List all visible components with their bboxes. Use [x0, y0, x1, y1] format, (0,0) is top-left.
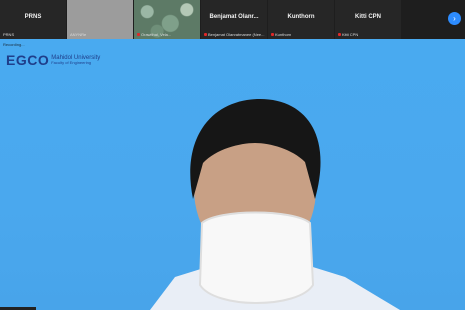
- participant-tile[interactable]: PRNS PRNS: [0, 0, 66, 39]
- participant-tile[interactable]: Kitti CPN Kitti CPN: [335, 0, 401, 39]
- participant-name: PRNS: [24, 14, 42, 20]
- muted-mic-icon: [137, 33, 140, 36]
- participant-name: Kitti CPN: [355, 14, 381, 20]
- mask: [198, 211, 315, 304]
- caption-text: Kitti CPN: [342, 32, 359, 37]
- participant-tile[interactable]: Orawithai, Vela...: [134, 0, 200, 39]
- participant-caption: ANYNRe: [70, 32, 86, 37]
- caption-text: Benjamat Olanratmanee (Nee...: [208, 32, 265, 37]
- speaker-figure: [150, 99, 400, 310]
- active-speaker-video[interactable]: Recording... EGCO Mahidol University Fac…: [0, 39, 465, 310]
- muted-mic-icon: [204, 33, 207, 36]
- chevron-right-icon: ›: [453, 14, 456, 23]
- participant-name: Kunthorn: [287, 14, 315, 20]
- caption-text: Orawithai, Vela...: [141, 32, 172, 37]
- participant-strip: PRNS PRNS ANYNRe Orawithai, Vela... Benjamat…: [0, 0, 465, 39]
- participant-tile[interactable]: Kunthorn Kunthorn: [268, 0, 334, 39]
- caption-text: PRNS: [3, 32, 15, 37]
- participant-caption: Kunthorn: [271, 32, 291, 37]
- participant-name: Benjamat Olanr...: [209, 14, 259, 20]
- muted-mic-icon: [271, 33, 274, 36]
- next-page-button[interactable]: ›: [448, 12, 461, 25]
- participant-tile[interactable]: ANYNRe: [67, 0, 133, 39]
- muted-mic-icon: [338, 33, 341, 36]
- participant-caption: Benjamat Olanratmanee (Nee...: [204, 32, 264, 37]
- participant-tile[interactable]: Benjamat Olanr... Benjamat Olanratmanee (…: [201, 0, 267, 39]
- participant-caption: Kitti CPN: [338, 32, 358, 37]
- participant-caption: Orawithai, Vela...: [137, 32, 171, 37]
- caption-text: Kunthorn: [275, 32, 292, 37]
- caption-text: ANYNRe: [70, 32, 87, 37]
- participant-caption: PRNS: [3, 32, 14, 37]
